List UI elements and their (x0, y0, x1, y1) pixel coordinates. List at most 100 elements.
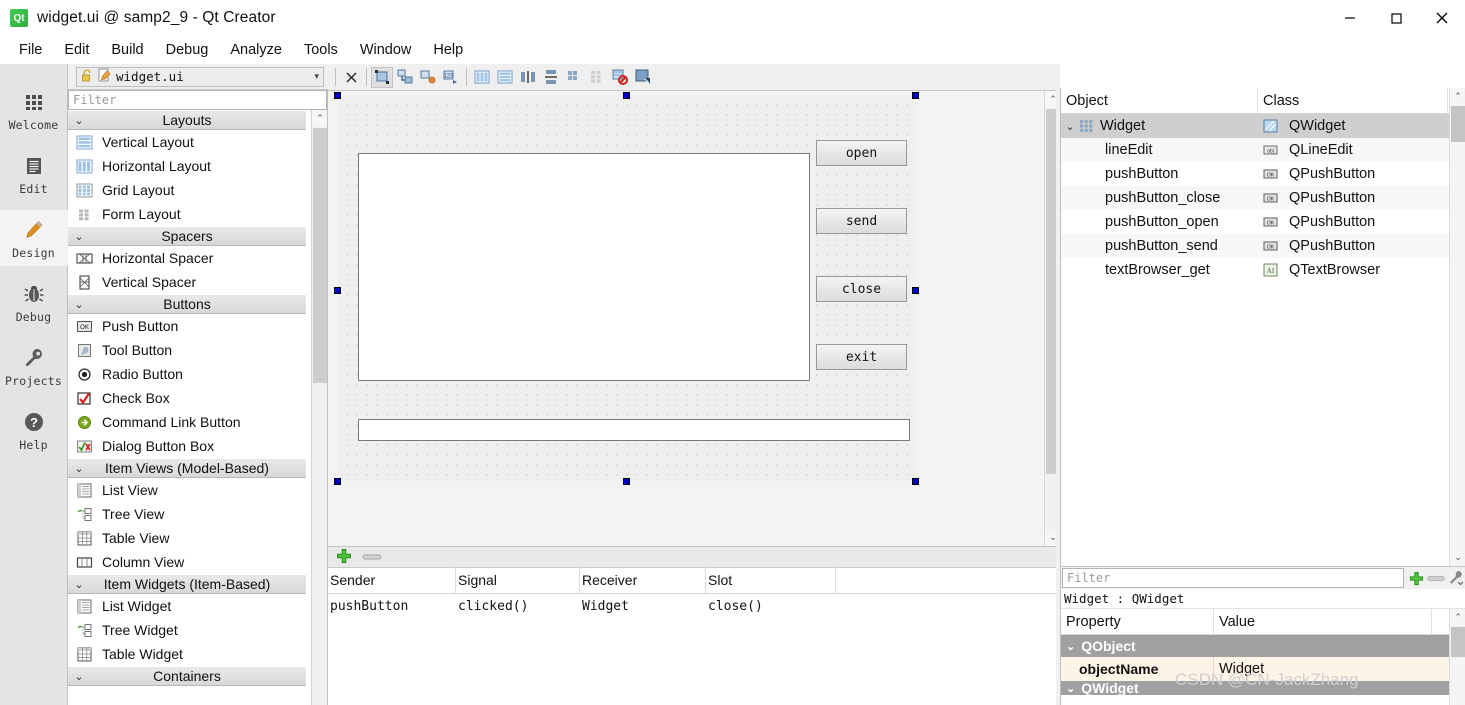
form-button-open[interactable]: open (816, 140, 907, 166)
widget-item-horizontal-spacer[interactable]: Horizontal Spacer (68, 246, 306, 270)
break-layout-icon[interactable] (609, 67, 631, 88)
layout-horizontally-icon[interactable] (471, 67, 493, 88)
widget-item-push-button[interactable]: OK Push Button (68, 314, 306, 338)
widget-item-command-link-button[interactable]: Command Link Button (68, 410, 306, 434)
column-header-slot[interactable]: Slot (706, 567, 836, 593)
widget-item-vertical-layout[interactable]: Vertical Layout (68, 130, 306, 154)
widget-item-radio-button[interactable]: Radio Button (68, 362, 306, 386)
chevron-down-icon[interactable]: ▾ (314, 71, 319, 82)
plus-icon[interactable] (336, 548, 352, 567)
layout-splitter-vertical-icon[interactable] (540, 67, 562, 88)
selection-handle-middle-right[interactable] (912, 287, 919, 294)
widget-box-category-item-views[interactable]: ⌄ Item Views (Model-Based) (68, 458, 306, 478)
layout-splitter-horizontal-icon[interactable] (517, 67, 539, 88)
property-row-objectname[interactable]: objectName Widget (1061, 657, 1465, 681)
widget-item-tree-widget[interactable]: Tree Widget (68, 618, 306, 642)
scroll-up-icon[interactable]: ⌃ (1450, 88, 1465, 105)
line-edit-widget[interactable] (358, 419, 910, 441)
widget-item-dialog-button-box[interactable]: Dialog Button Box (68, 434, 306, 458)
selection-handle-bottom-left[interactable] (334, 478, 341, 485)
widget-item-vertical-spacer[interactable]: Vertical Spacer (68, 270, 306, 294)
column-header-signal[interactable]: Signal (456, 567, 580, 593)
layout-form-icon[interactable] (586, 67, 608, 88)
property-editor-scrollbar[interactable]: ⌃ (1449, 609, 1465, 705)
menu-file[interactable]: File (8, 39, 53, 61)
edit-widgets-icon[interactable] (371, 66, 393, 88)
widget-item-table-view[interactable]: Table View (68, 526, 306, 550)
sidebar-item-help[interactable]: ? Help (0, 402, 68, 458)
layout-grid-icon[interactable] (563, 67, 585, 88)
menu-tools[interactable]: Tools (293, 39, 349, 61)
table-row[interactable]: pushButton_open OK QPushButton (1061, 210, 1465, 234)
menu-analyze[interactable]: Analyze (219, 39, 293, 61)
menu-build[interactable]: Build (100, 39, 154, 61)
column-header-property[interactable]: Property (1061, 609, 1214, 634)
widget-box-filter[interactable]: Filter (68, 90, 327, 110)
edit-buddies-icon[interactable] (417, 67, 439, 88)
edit-tab-order-icon[interactable]: 123 (440, 67, 462, 88)
widget-item-grid-layout[interactable]: Grid Layout (68, 178, 306, 202)
sidebar-item-design[interactable]: Design (0, 210, 68, 266)
file-combo[interactable]: widget.ui ▾ (76, 66, 324, 87)
property-filter-input[interactable]: Filter (1062, 568, 1404, 588)
text-browser-widget[interactable] (358, 153, 810, 381)
menu-help[interactable]: Help (422, 39, 474, 61)
scrollbar-thumb[interactable] (313, 128, 327, 383)
form-button-exit[interactable]: exit (816, 344, 907, 370)
sidebar-item-edit[interactable]: Edit (0, 146, 68, 202)
maximize-icon[interactable] (1373, 0, 1419, 36)
scrollbar-thumb[interactable] (1451, 627, 1465, 657)
table-row[interactable]: pushButton OK QPushButton (1061, 162, 1465, 186)
scroll-up-icon[interactable]: ⌃ (1450, 609, 1465, 626)
widget-box-category-layouts[interactable]: ⌄ Layouts (68, 110, 306, 130)
widget-item-tree-view[interactable]: Tree View (68, 502, 306, 526)
column-header-sender[interactable]: Sender (328, 567, 456, 593)
close-icon[interactable] (1419, 0, 1465, 36)
close-icon[interactable] (340, 67, 362, 88)
table-row[interactable]: ⌄ Widget QWidget (1061, 114, 1465, 138)
selection-handle-top-center[interactable] (623, 92, 630, 99)
widget-box-category-item-widgets[interactable]: ⌄ Item Widgets (Item-Based) (68, 574, 306, 594)
form-button-send[interactable]: send (816, 208, 907, 234)
widget-item-column-view[interactable]: Column View (68, 550, 306, 574)
object-inspector-scrollbar[interactable]: ⌃ ⌄ (1449, 88, 1465, 566)
table-row[interactable]: pushButton_close OK QPushButton (1061, 186, 1465, 210)
widget-box-category-spacers[interactable]: ⌄ Spacers (68, 226, 306, 246)
sidebar-item-debug[interactable]: Debug (0, 274, 68, 330)
chevron-down-icon[interactable]: ⌄ (1061, 120, 1079, 133)
plus-icon[interactable] (1406, 568, 1426, 588)
column-header-class[interactable]: Class (1258, 88, 1448, 113)
minus-icon[interactable] (362, 550, 382, 565)
layout-vertically-icon[interactable] (494, 67, 516, 88)
minimize-icon[interactable] (1327, 0, 1373, 36)
widget-item-check-box[interactable]: Check Box (68, 386, 306, 410)
property-value-field[interactable]: Widget (1214, 657, 1465, 681)
table-row[interactable]: textBrowser_get AI QTextBrowser (1061, 258, 1465, 282)
scroll-up-icon[interactable]: ⌃ (312, 110, 327, 127)
form-widget[interactable]: open send close exit (334, 92, 919, 485)
column-header-value[interactable]: Value (1214, 609, 1432, 634)
widget-item-list-widget[interactable]: List Widget (68, 594, 306, 618)
scrollbar-thumb[interactable] (1451, 106, 1465, 142)
selection-handle-top-right[interactable] (912, 92, 919, 99)
column-header-receiver[interactable]: Receiver (580, 567, 706, 593)
table-row[interactable]: lineEdit ab| QLineEdit (1061, 138, 1465, 162)
adjust-size-icon[interactable] (632, 67, 654, 88)
menu-edit[interactable]: Edit (53, 39, 100, 61)
widget-item-horizontal-layout[interactable]: Horizontal Layout (68, 154, 306, 178)
menu-debug[interactable]: Debug (155, 39, 220, 61)
sidebar-item-projects[interactable]: Projects (0, 338, 68, 394)
widget-box-category-buttons[interactable]: ⌄ Buttons (68, 294, 306, 314)
widget-box-scrollbar[interactable]: ⌃ (311, 110, 327, 705)
widget-item-table-widget[interactable]: Table Widget (68, 642, 306, 666)
selection-handle-middle-left[interactable] (334, 287, 341, 294)
widget-item-tool-button[interactable]: Tool Button (68, 338, 306, 362)
property-group-qobject[interactable]: ⌄ QObject (1061, 635, 1465, 657)
property-group-qwidget[interactable]: ⌄ QWidget (1061, 681, 1465, 695)
selection-handle-bottom-right[interactable] (912, 478, 919, 485)
selection-handle-bottom-center[interactable] (623, 478, 630, 485)
menu-window[interactable]: Window (349, 39, 423, 61)
selection-handle-top-left[interactable] (334, 92, 341, 99)
edit-signals-slots-icon[interactable] (394, 67, 416, 88)
table-row[interactable]: pushButton_send OK QPushButton (1061, 234, 1465, 258)
